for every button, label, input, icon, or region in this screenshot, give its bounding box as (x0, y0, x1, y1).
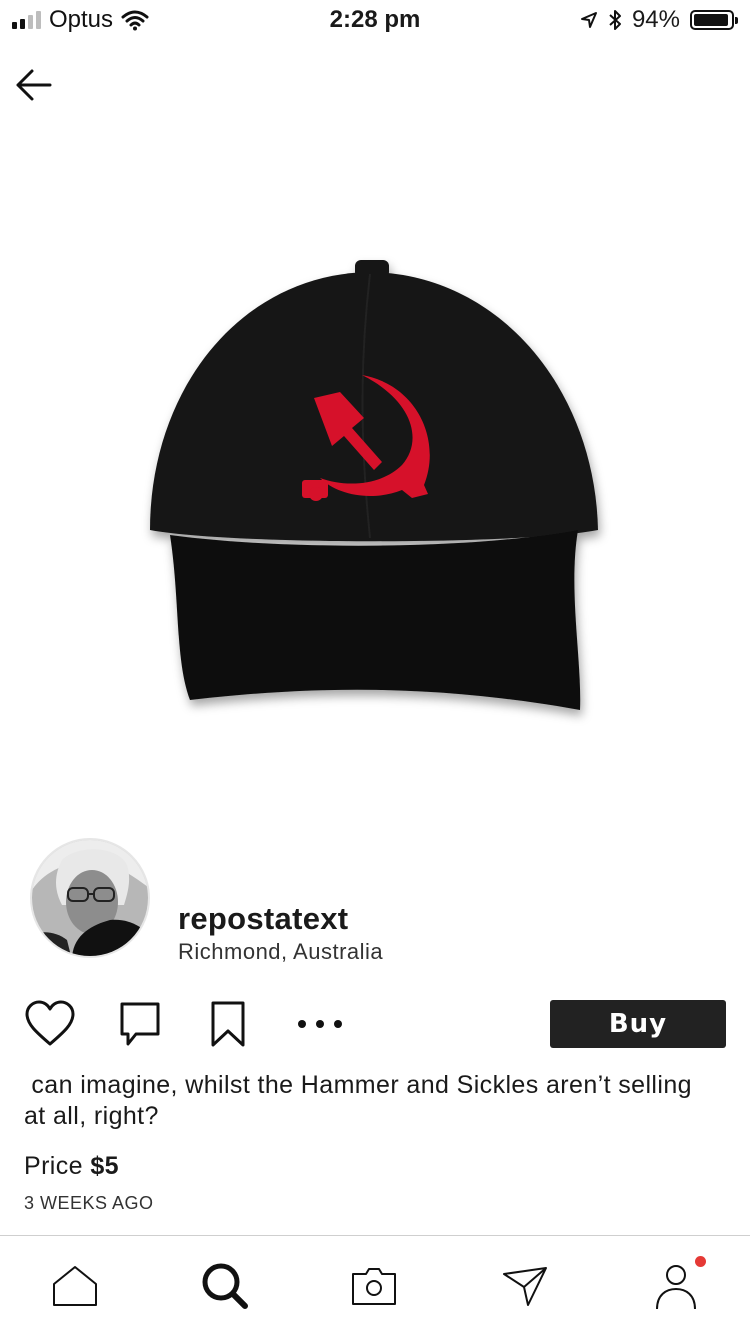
post-description: can imagine, whilst the Hammer and Sickl… (24, 1071, 700, 1130)
more-icon (298, 1020, 342, 1028)
nav-profile[interactable] (644, 1256, 708, 1316)
profile-icon (656, 1265, 696, 1310)
search-icon (202, 1263, 248, 1309)
home-icon (53, 1266, 97, 1306)
battery-percentage: 94% (631, 6, 680, 33)
post-timestamp: 3 WEEKS AGO (24, 1193, 154, 1213)
avatar[interactable] (30, 838, 150, 958)
camera-icon (352, 1268, 396, 1305)
product-image[interactable] (120, 240, 620, 740)
battery-fill (694, 14, 728, 26)
price-value: $5 (90, 1152, 119, 1180)
nav-send[interactable] (493, 1256, 557, 1316)
status-bar: Optus 2:28 pm 94% (0, 0, 750, 40)
seller-location: Richmond, Australia (178, 939, 384, 964)
buy-button[interactable]: Buy (550, 1000, 726, 1048)
arrow-left-icon (16, 69, 52, 101)
bookmark-button[interactable] (198, 995, 258, 1053)
nav-home[interactable] (43, 1256, 107, 1316)
price-label: Price (24, 1152, 83, 1180)
seller-username[interactable]: repostatext (178, 901, 348, 937)
more-button[interactable] (290, 995, 350, 1053)
bluetooth-icon (609, 10, 621, 30)
notification-dot (695, 1256, 706, 1267)
location-arrow-icon (580, 12, 597, 28)
status-right: 94% (580, 6, 738, 34)
nav-search[interactable] (193, 1256, 257, 1316)
bookmark-icon (211, 1001, 245, 1047)
price: Price $5 (24, 1152, 119, 1181)
send-icon (503, 1267, 547, 1306)
nav-camera[interactable] (342, 1256, 406, 1316)
user-avatar-photo (32, 840, 148, 956)
like-button[interactable] (20, 995, 80, 1053)
back-button[interactable] (12, 62, 58, 108)
comment-icon (120, 1002, 160, 1046)
battery-icon (690, 10, 738, 30)
bottom-nav (0, 1235, 750, 1335)
comment-button[interactable] (110, 995, 170, 1053)
heart-icon (25, 1000, 75, 1046)
